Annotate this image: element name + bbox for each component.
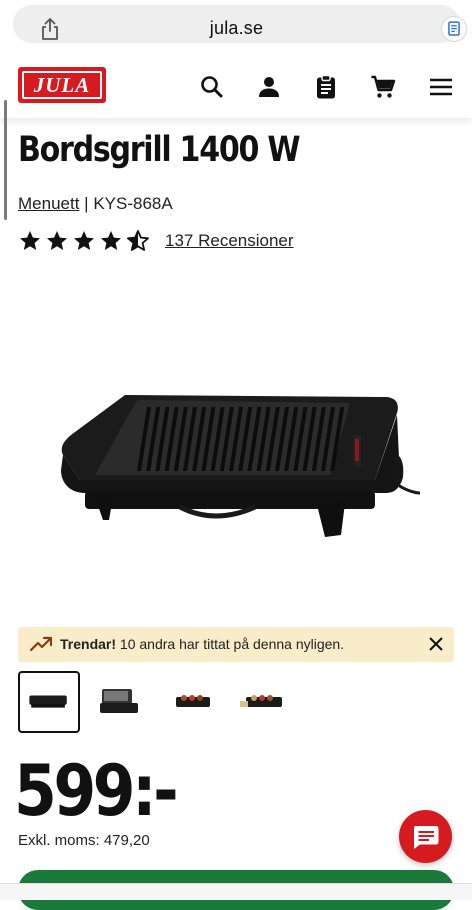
chat-icon xyxy=(414,826,439,849)
trend-banner: Trendar! 10 andra har tittat på denna ny… xyxy=(18,627,454,662)
clipboard-list-icon[interactable] xyxy=(313,74,339,100)
thumbnail-2[interactable] xyxy=(90,671,152,733)
page-scrollbar[interactable] xyxy=(4,100,7,220)
browser-bottom-toolbar xyxy=(0,883,472,900)
trending-up-icon xyxy=(30,636,52,652)
logo-text: JULA xyxy=(33,72,91,97)
product-price: 599:- xyxy=(14,750,179,832)
trend-text: 10 andra har tittat på denna nyligen. xyxy=(119,636,345,652)
reader-mode-button[interactable] xyxy=(441,16,467,42)
close-icon[interactable] xyxy=(428,636,444,652)
star-half-icon xyxy=(127,230,149,251)
account-icon[interactable] xyxy=(256,74,282,100)
product-title: Bordsgrill 1400 W xyxy=(18,130,301,170)
hamburger-menu-icon[interactable] xyxy=(428,74,454,100)
browser-url-bar: jula.se xyxy=(0,0,472,50)
star-full-icon xyxy=(20,231,40,250)
star-full-icon xyxy=(47,231,67,250)
star-full-icon xyxy=(101,231,121,250)
brand-model-line: Menuett | KYS-868A xyxy=(18,194,173,214)
site-header: JULA xyxy=(0,54,472,118)
model-number: KYS-868A xyxy=(93,194,173,213)
trend-message: Trendar! 10 andra har tittat på denna ny… xyxy=(60,636,344,652)
trend-label: Trendar! xyxy=(60,636,117,652)
price-excl-vat: Exkl. moms: 479,20 xyxy=(18,832,150,849)
url-text[interactable]: jula.se xyxy=(13,18,460,39)
chat-button[interactable] xyxy=(399,810,452,863)
rating-row: 137 Recensioner xyxy=(18,228,294,254)
star-full-icon xyxy=(74,231,94,250)
brand-separator: | xyxy=(84,194,89,213)
address-field[interactable]: jula.se xyxy=(13,5,467,43)
brand-link[interactable]: Menuett xyxy=(18,194,79,213)
jula-logo[interactable]: JULA xyxy=(18,67,106,103)
reader-icon xyxy=(448,21,460,36)
reviews-link[interactable]: 137 Recensioner xyxy=(165,231,294,251)
thumbnail-3[interactable] xyxy=(162,671,224,733)
table-grill-image[interactable] xyxy=(55,385,420,550)
search-icon[interactable] xyxy=(199,74,225,100)
cart-icon[interactable] xyxy=(370,74,396,100)
thumbnail-4[interactable] xyxy=(234,671,296,733)
thumbnail-1[interactable] xyxy=(18,671,80,733)
